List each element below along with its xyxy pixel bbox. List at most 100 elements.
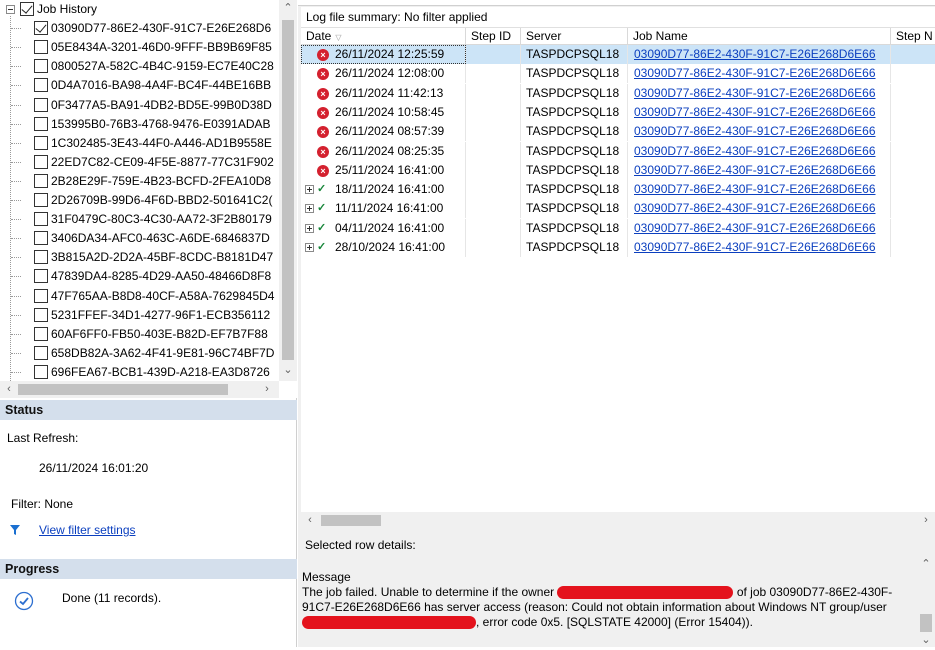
cell-date: ✓ 04/11/2024 16:41:00 bbox=[301, 218, 466, 238]
job-checkbox[interactable] bbox=[34, 231, 48, 246]
table-row[interactable]: ✓ 11/11/2024 16:41:00 TASPDCPSQL18 03090D77… bbox=[301, 199, 935, 219]
tree-job-item[interactable]: 153995B0-76B3-4768-9476-E0391ADAB bbox=[0, 115, 279, 134]
tree-job-item[interactable]: 47839DA4-8285-4D29-AA50-48466D8F8 bbox=[0, 267, 279, 286]
job-tree-list: Job History 03090D77-86E2-430F-91C7-E26E… bbox=[0, 0, 279, 381]
expand-icon[interactable] bbox=[305, 243, 314, 252]
view-filter-settings-link[interactable]: View filter settings bbox=[39, 523, 136, 537]
root-checkbox[interactable] bbox=[20, 2, 34, 16]
column-header-job-name[interactable]: Job Name bbox=[628, 28, 891, 45]
table-row[interactable]: × 26/11/2024 11:42:13 TASPDCPSQL18 03090D77… bbox=[301, 83, 935, 103]
table-row[interactable]: × 26/11/2024 10:58:45 TASPDCPSQL18 03090D77… bbox=[301, 102, 935, 122]
table-row[interactable]: × 25/11/2024 16:41:00 TASPDCPSQL18 03090D77… bbox=[301, 160, 935, 180]
job-name-link[interactable]: 03090D77-86E2-430F-91C7-E26E268D6E66 bbox=[634, 124, 876, 138]
table-row[interactable]: × 26/11/2024 12:08:00 TASPDCPSQL18 03090D77… bbox=[301, 64, 935, 84]
scroll-down-icon[interactable]: ⌄ bbox=[279, 362, 297, 380]
grid-scroll-left-icon[interactable]: ‹ bbox=[301, 512, 319, 530]
job-checkbox[interactable] bbox=[34, 116, 48, 131]
expand-icon[interactable] bbox=[305, 223, 314, 233]
filter-icon bbox=[10, 525, 20, 535]
job-name-link[interactable]: 03090D77-86E2-430F-91C7-E26E268D6E66 bbox=[634, 86, 876, 100]
job-checkbox[interactable] bbox=[34, 269, 48, 284]
column-header-server[interactable]: Server bbox=[521, 28, 628, 45]
tree-job-item[interactable]: 658DB82A-3A62-4F41-9E81-96C74BF7D bbox=[0, 344, 279, 363]
table-row[interactable]: ✓ 04/11/2024 16:41:00 TASPDCPSQL18 03090D77… bbox=[301, 218, 935, 238]
scroll-up-icon[interactable]: ⌃ bbox=[279, 0, 297, 18]
details-scroll-down-icon[interactable]: ⌄ bbox=[917, 632, 935, 650]
details-scroll-thumb[interactable] bbox=[920, 614, 932, 632]
job-item-label: 2B28E29F-759E-4B23-BCFD-2FEA10D8 bbox=[51, 173, 272, 188]
tree-job-item[interactable]: 3B815A2D-2D2A-45BF-8CDC-B8181D47 bbox=[0, 248, 279, 267]
job-name-link[interactable]: 03090D77-86E2-430F-91C7-E26E268D6E66 bbox=[634, 182, 876, 196]
tree-job-item[interactable]: 1C302485-3E43-44F0-A446-AD1B9558E bbox=[0, 134, 279, 153]
job-name-link[interactable]: 03090D77-86E2-430F-91C7-E26E268D6E66 bbox=[634, 221, 876, 235]
job-checkbox[interactable] bbox=[34, 40, 48, 55]
job-checkbox[interactable] bbox=[34, 97, 48, 112]
tree-branch-line bbox=[11, 219, 21, 221]
job-item-label: 47F765AA-B8D8-40CF-A58A-7629845D4 bbox=[51, 288, 275, 303]
tree-job-item[interactable]: 2B28E29F-759E-4B23-BCFD-2FEA10D8 bbox=[0, 172, 279, 191]
job-checkbox[interactable] bbox=[34, 78, 48, 93]
job-checkbox[interactable] bbox=[34, 307, 48, 322]
tree-job-item[interactable]: 0800527A-582C-4B4C-9159-EC7E40C28 bbox=[0, 57, 279, 76]
tree-job-item[interactable]: 0F3477A5-BA91-4DB2-BD5E-99B0D38D bbox=[0, 96, 279, 115]
column-header-date[interactable]: Date ▽ bbox=[301, 28, 466, 45]
table-row[interactable]: ✓ 18/11/2024 16:41:00 TASPDCPSQL18 03090D77… bbox=[301, 180, 935, 200]
collapse-icon[interactable] bbox=[6, 5, 15, 14]
job-checkbox[interactable] bbox=[34, 135, 48, 150]
job-checkbox[interactable] bbox=[34, 364, 48, 379]
tree-job-item[interactable]: 05E8434A-3201-46D0-9FFF-BB9B69F85 bbox=[0, 38, 279, 57]
job-name-link[interactable]: 03090D77-86E2-430F-91C7-E26E268D6E66 bbox=[634, 66, 876, 80]
grid-hscroll-thumb[interactable] bbox=[321, 515, 381, 526]
job-checkbox[interactable] bbox=[34, 250, 48, 265]
tree-job-item[interactable]: 3406DA34-AFC0-463C-A6DE-6846837D bbox=[0, 229, 279, 248]
tree-job-item[interactable]: 03090D77-86E2-430F-91C7-E26E268D6 bbox=[0, 19, 279, 38]
tree-job-item[interactable]: 696FEA67-BCB1-439D-A218-EA3D8726 bbox=[0, 363, 279, 381]
job-checkbox[interactable] bbox=[34, 59, 48, 74]
date-text: 18/11/2024 16:41:00 bbox=[335, 182, 445, 197]
job-checkbox[interactable] bbox=[34, 154, 48, 169]
job-name-link[interactable]: 03090D77-86E2-430F-91C7-E26E268D6E66 bbox=[634, 163, 876, 177]
tree-job-item[interactable]: 31F0479C-80C3-4C30-AA72-3F2B80179 bbox=[0, 210, 279, 229]
tree-hscroll-thumb[interactable] bbox=[18, 384, 228, 395]
tree-branch-line bbox=[11, 123, 21, 125]
tree-job-item[interactable]: 0D4A7016-BA98-4A4F-BC4F-44BE16BB bbox=[0, 76, 279, 95]
table-row[interactable]: × 26/11/2024 08:57:39 TASPDCPSQL18 03090D77… bbox=[301, 122, 935, 142]
job-checkbox[interactable] bbox=[34, 193, 48, 207]
column-header-step-id[interactable]: Step ID bbox=[466, 28, 521, 45]
grid-scroll-right-icon[interactable]: › bbox=[917, 512, 935, 530]
job-checkbox[interactable] bbox=[34, 326, 48, 341]
expand-icon[interactable] bbox=[305, 204, 314, 214]
job-checkbox[interactable] bbox=[34, 212, 48, 227]
cell-server: TASPDCPSQL18 bbox=[521, 45, 628, 64]
tree-job-item[interactable]: 22ED7C82-CE09-4F5E-8877-77C31F902 bbox=[0, 153, 279, 172]
tree-scroll-thumb[interactable] bbox=[282, 20, 294, 360]
scroll-right-icon[interactable]: › bbox=[258, 381, 276, 398]
column-header-step-name[interactable]: Step N bbox=[891, 28, 935, 45]
job-checkbox[interactable] bbox=[34, 21, 48, 36]
expand-icon[interactable] bbox=[305, 185, 314, 195]
job-checkbox[interactable] bbox=[34, 288, 48, 303]
table-row[interactable]: ✓ 28/10/2024 16:41:00 TASPDCPSQL18 03090D77… bbox=[301, 238, 935, 257]
tree-job-item[interactable]: 47F765AA-B8D8-40CF-A58A-7629845D4 bbox=[0, 287, 279, 306]
tree-job-item[interactable]: 2D26709B-99D6-4F6D-BBD2-501641C2( bbox=[0, 191, 279, 210]
tree-vertical-scrollbar[interactable]: ⌃ ⌄ bbox=[279, 0, 297, 381]
cell-job-name: 03090D77-86E2-430F-91C7-E26E268D6E66 bbox=[628, 64, 891, 84]
cell-step-name bbox=[891, 45, 935, 64]
job-name-link[interactable]: 03090D77-86E2-430F-91C7-E26E268D6E66 bbox=[634, 47, 876, 61]
tree-job-item[interactable]: 60AF6FF0-FB50-403E-B82D-EF7B7F88 bbox=[0, 325, 279, 344]
job-checkbox[interactable] bbox=[34, 173, 48, 188]
job-checkbox[interactable] bbox=[34, 345, 48, 360]
table-row[interactable]: × 26/11/2024 08:25:35 TASPDCPSQL18 03090D77… bbox=[301, 141, 935, 161]
job-name-link[interactable]: 03090D77-86E2-430F-91C7-E26E268D6E66 bbox=[634, 144, 876, 158]
grid-horizontal-scrollbar[interactable]: ‹ › bbox=[301, 512, 935, 529]
tree-job-item[interactable]: 5231FFEF-34D1-4277-96F1-ECB356112 bbox=[0, 306, 279, 325]
table-row[interactable]: × 26/11/2024 12:25:59 TASPDCPSQL18 03090D77… bbox=[301, 45, 935, 65]
details-vertical-scrollbar[interactable]: ⌃ ⌄ bbox=[917, 556, 935, 647]
scroll-left-icon[interactable]: ‹ bbox=[0, 381, 18, 398]
tree-horizontal-scrollbar[interactable]: ‹ › bbox=[0, 381, 279, 398]
details-scroll-up-icon[interactable]: ⌃ bbox=[917, 556, 935, 574]
job-name-link[interactable]: 03090D77-86E2-430F-91C7-E26E268D6E66 bbox=[634, 201, 876, 215]
job-name-link[interactable]: 03090D77-86E2-430F-91C7-E26E268D6E66 bbox=[634, 105, 876, 119]
tree-root-row[interactable]: Job History bbox=[0, 0, 279, 19]
job-name-link[interactable]: 03090D77-86E2-430F-91C7-E26E268D6E66 bbox=[634, 240, 876, 254]
